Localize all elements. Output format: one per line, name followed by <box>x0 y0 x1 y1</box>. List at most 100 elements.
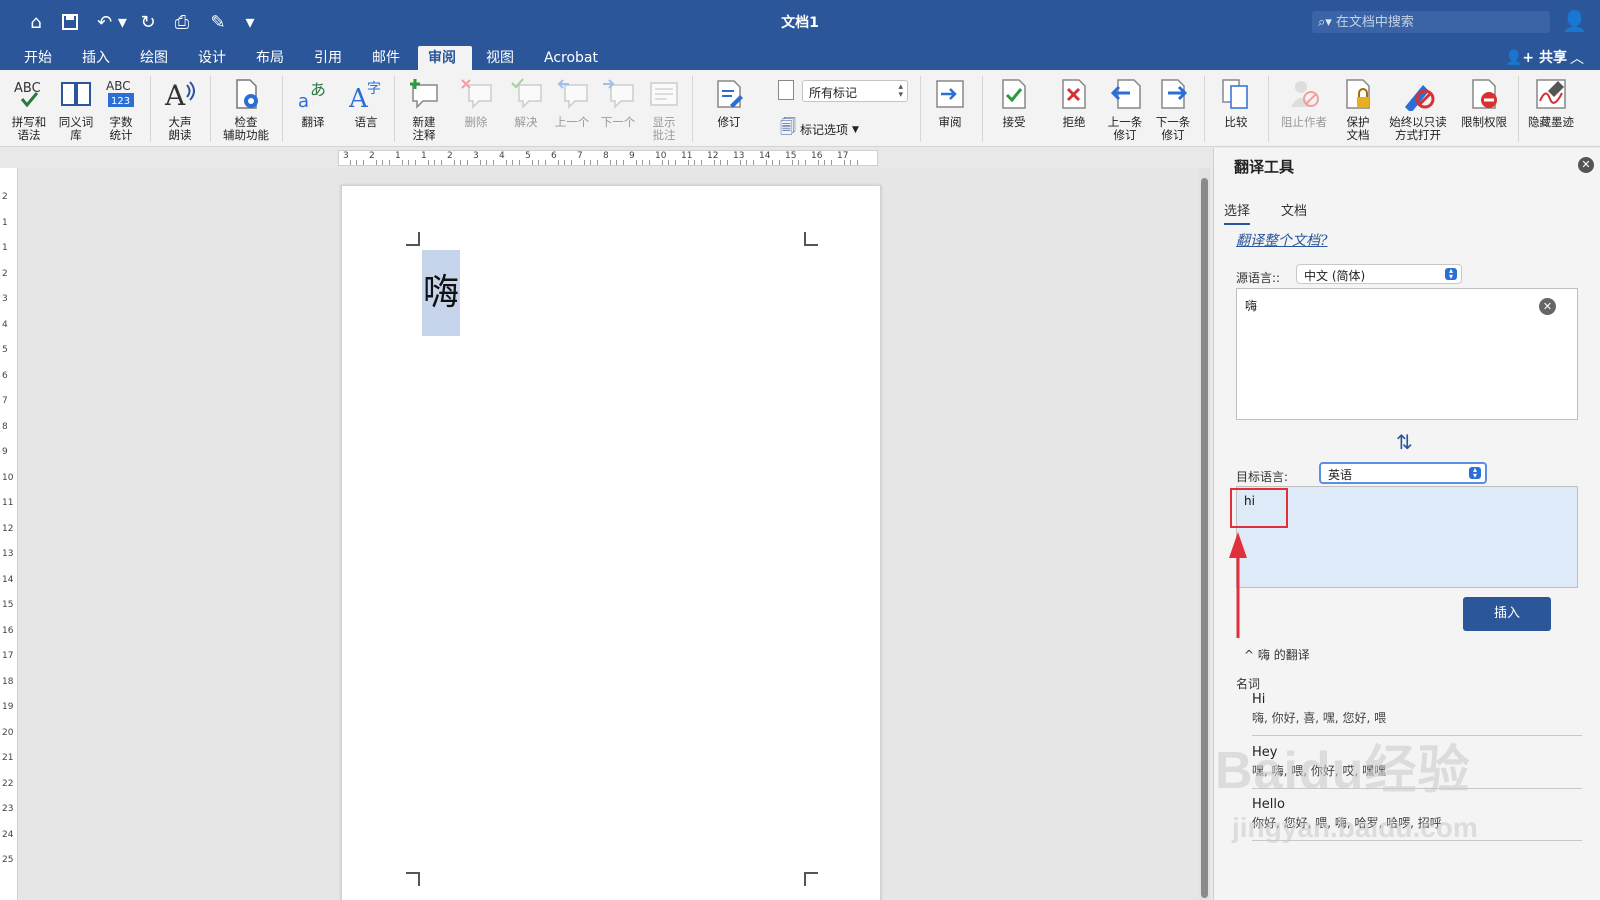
ruler-tick <box>856 160 858 165</box>
previous-change-button[interactable]: 上一条 修订 <box>1104 76 1146 142</box>
ruler-label: 3 <box>2 294 8 304</box>
ruler-tick <box>401 160 403 165</box>
track-changes-button[interactable]: 修订 <box>704 76 754 129</box>
ruler-label: 1 <box>2 217 8 228</box>
ribbon-separator <box>394 76 395 142</box>
ruler-tick <box>687 160 689 165</box>
ruler-tick <box>850 160 851 165</box>
reject-button[interactable]: 拒绝 <box>1052 76 1096 129</box>
previous-change-icon <box>1107 76 1143 112</box>
spelling-grammar-button[interactable]: ABC 拼写和 语法 <box>8 76 50 142</box>
close-icon[interactable]: ✕ <box>1578 157 1594 173</box>
share-button[interactable]: 👤+ 共享 <box>1505 47 1567 67</box>
undo-icon[interactable]: ↶ ▾ <box>92 8 132 36</box>
word-count-button[interactable]: ABC 123 字数 统计 <box>100 76 142 142</box>
ruler-label: 6 <box>2 370 8 381</box>
ruler-tick <box>434 160 435 165</box>
ruler-tick <box>642 160 643 165</box>
tab-mailings[interactable]: 邮件 <box>362 46 410 70</box>
hide-ink-button[interactable]: 隐藏墨迹 <box>1522 76 1580 129</box>
target-language-select[interactable]: 英语 ▴ ▾ <box>1319 462 1487 484</box>
ruler-label: 5 <box>525 151 531 161</box>
resolve-comment-button[interactable]: 解决 <box>506 76 546 129</box>
previous-comment-button[interactable]: 上一个 <box>550 76 594 129</box>
ruler-label: 16 <box>2 625 14 636</box>
translate-button[interactable]: aあ 翻译 <box>290 76 336 129</box>
scrollbar-thumb[interactable] <box>1201 178 1208 898</box>
compare-button[interactable]: 比较 <box>1214 76 1258 129</box>
thesaurus-button[interactable]: 同义词 库 <box>54 76 98 142</box>
markup-options-button[interactable]: 🗐 标记选项 ▼ <box>780 116 859 143</box>
markup-view-select[interactable]: 所有标记 ▴ ▾ <box>802 80 908 102</box>
ruler-tick <box>408 160 409 165</box>
tab-review[interactable]: 审阅 <box>418 46 472 70</box>
ruler-tick <box>824 160 825 165</box>
translate-icon: aあ <box>295 76 331 112</box>
document-page[interactable]: 嗨 <box>341 185 881 900</box>
selected-text[interactable]: 嗨 <box>422 250 460 336</box>
source-text-area[interactable]: 嗨 <box>1236 288 1578 420</box>
language-button[interactable]: A字 语言 <box>346 76 386 129</box>
tab-selection[interactable]: 选择 <box>1224 200 1251 225</box>
next-change-button[interactable]: 下一条 修订 <box>1152 76 1194 142</box>
tab-references[interactable]: 引用 <box>304 46 352 70</box>
ribbon-separator <box>150 76 151 142</box>
tab-insert[interactable]: 插入 <box>72 46 120 70</box>
ribbon-separator <box>282 76 283 142</box>
book-icon <box>58 76 94 112</box>
insert-button[interactable]: 插入 <box>1463 597 1551 631</box>
account-icon[interactable]: 👤 <box>1562 9 1587 33</box>
tab-acrobat[interactable]: Acrobat <box>534 46 608 70</box>
annotation-highlight-box <box>1230 488 1288 528</box>
tab-design[interactable]: 设计 <box>188 46 236 70</box>
read-aloud-button[interactable]: A 大声 朗读 <box>158 76 202 142</box>
check-accessibility-button[interactable]: 检查 辅助功能 <box>218 76 274 142</box>
reviewing-pane-button[interactable]: 审阅 <box>930 76 970 129</box>
lock-icon <box>1340 76 1376 112</box>
swap-languages-icon[interactable]: ⇅ <box>1396 430 1413 454</box>
ruler-label: 10 <box>2 472 14 483</box>
search-box[interactable]: ⌕▾ <box>1312 11 1550 33</box>
customize-toolbar-icon[interactable]: ▾ <box>236 8 264 36</box>
edit-icon[interactable]: ✎ <box>202 8 234 36</box>
show-comments-button[interactable]: 显示 批注 <box>646 76 682 142</box>
home-icon[interactable]: ⌂ <box>22 8 50 36</box>
ruler-tick <box>414 160 416 165</box>
block-authors-button[interactable]: 阻止作者 <box>1278 76 1330 129</box>
restrict-permission-button[interactable]: 限制权限 <box>1456 76 1512 129</box>
always-open-readonly-button[interactable]: 始终以只读 方式打开 <box>1382 76 1454 142</box>
ribbon-separator <box>1518 76 1519 142</box>
clear-icon[interactable]: ✕ <box>1539 298 1556 315</box>
tab-document[interactable]: 文档 <box>1281 200 1307 219</box>
ruler-label: 2 <box>2 192 8 202</box>
vertical-ruler[interactable]: 2 1 1 2 3 4 5 6 7 8 9 10 11 12 13 14 15 16 17 18 19 20 21 22 23 2… <box>0 168 18 900</box>
horizontal-ruler[interactable]: 3 2 1 1 2 3 4 5 6 7 8 9 10 11 12 13 14 15 16 17 <box>338 150 878 166</box>
redo-icon[interactable]: ↻ <box>134 8 162 36</box>
ruler-label: 9 <box>2 447 8 457</box>
watermark-logo: Baidu经验 <box>1215 742 1471 800</box>
search-input[interactable] <box>1335 14 1536 30</box>
new-comment-button[interactable]: 新建 注释 <box>402 76 446 142</box>
chevron-up-icon[interactable]: ︿ <box>1570 48 1584 68</box>
accessibility-icon <box>228 76 264 112</box>
reject-icon <box>1056 76 1092 112</box>
delete-comment-button[interactable]: 删除 <box>456 76 496 129</box>
svg-text:A: A <box>349 84 369 111</box>
source-language-select[interactable]: 中文 (简体) ▴ ▾ <box>1296 264 1462 284</box>
accept-button[interactable]: 接受 <box>992 76 1036 129</box>
print-icon[interactable]: ⎙ <box>168 8 196 36</box>
ruler-tick <box>590 160 591 165</box>
next-comment-button[interactable]: 下一个 <box>596 76 640 129</box>
ruler-label: 13 <box>2 549 14 559</box>
save-icon[interactable] <box>56 8 84 36</box>
add-person-icon: 👤+ <box>1505 50 1540 66</box>
vertical-scrollbar[interactable] <box>1199 168 1210 900</box>
translate-document-link[interactable]: 翻译整个文档? <box>1236 230 1328 250</box>
tab-view[interactable]: 视图 <box>476 46 524 70</box>
tab-home[interactable]: 开始 <box>14 46 62 70</box>
tab-draw[interactable]: 绘图 <box>130 46 178 70</box>
protect-document-button[interactable]: 保护 文档 <box>1338 76 1378 142</box>
tab-layout[interactable]: 布局 <box>246 46 294 70</box>
ruler-tick <box>440 160 442 165</box>
translations-header[interactable]: ^ 嗨 的翻译 <box>1244 646 1310 663</box>
